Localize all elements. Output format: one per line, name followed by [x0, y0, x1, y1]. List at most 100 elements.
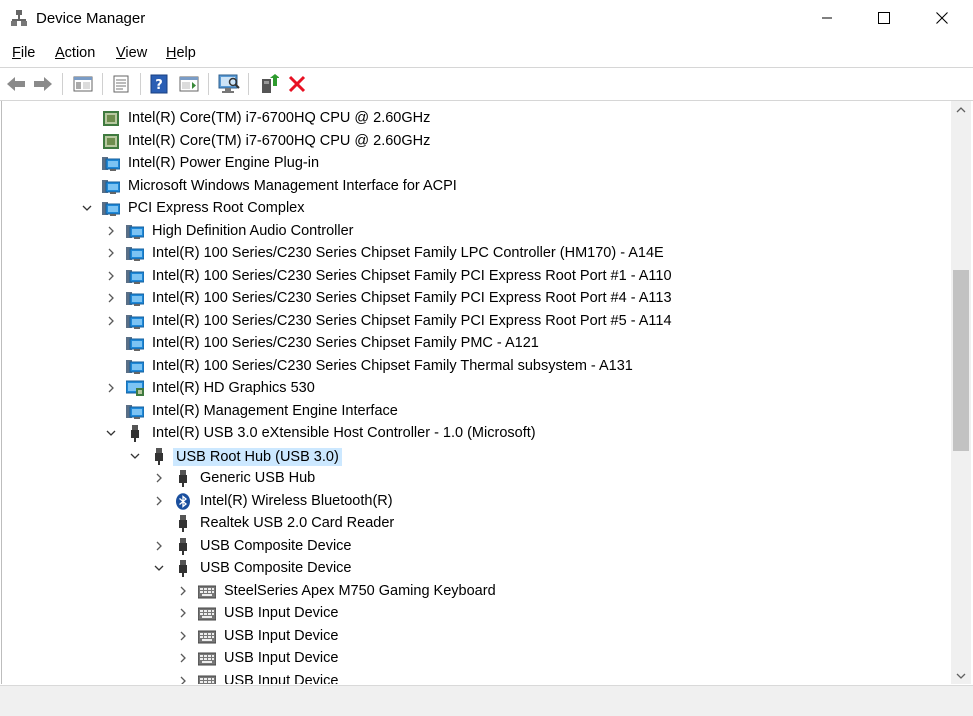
system-device-icon — [126, 290, 145, 307]
tree-item-label: Intel(R) 100 Series/C230 Series Chipset … — [152, 312, 672, 329]
chevron-right-icon — [156, 496, 162, 505]
tree-item[interactable]: Intel(R) 100 Series/C230 Series Chipset … — [2, 265, 952, 287]
tree-item[interactable]: Intel(R) Power Engine Plug-in — [2, 152, 952, 174]
tree-item[interactable]: Realtek USB 2.0 Card Reader — [2, 512, 952, 534]
scan-hardware-button[interactable] — [218, 74, 240, 94]
show-hide-console-tree-button[interactable] — [72, 74, 94, 94]
menu-file[interactable]: File — [12, 45, 35, 61]
tree-item-label: Intel(R) Wireless Bluetooth(R) — [200, 492, 393, 509]
chevron-down-icon — [154, 565, 164, 571]
uninstall-device-button[interactable] — [286, 74, 308, 94]
tree-item[interactable]: SteelSeries Apex M750 Gaming Keyboard — [2, 580, 952, 602]
collapse-toggle[interactable] — [152, 557, 166, 579]
update-driver-button[interactable] — [258, 74, 280, 94]
scan-hardware-icon — [218, 74, 240, 93]
help-button[interactable]: ? — [148, 74, 170, 94]
tree-item[interactable]: PCI Express Root Complex — [2, 197, 952, 219]
toolbar-separator — [102, 73, 103, 95]
forward-button[interactable] — [32, 74, 54, 94]
chevron-right-icon — [108, 271, 114, 280]
action-pane-icon — [179, 76, 199, 92]
back-button[interactable] — [5, 74, 27, 94]
toolbar: ? — [0, 67, 973, 101]
close-button[interactable] — [919, 0, 965, 36]
expand-toggle[interactable] — [152, 467, 166, 489]
expand-toggle[interactable] — [104, 242, 118, 264]
tree-item[interactable]: Intel(R) Management Engine Interface — [2, 400, 952, 422]
expand-toggle[interactable] — [176, 625, 190, 647]
device-tree[interactable]: Intel(R) Core(TM) i7-6700HQ CPU @ 2.60GH… — [1, 101, 952, 684]
collapse-toggle[interactable] — [104, 422, 118, 444]
vertical-scrollbar[interactable] — [951, 101, 971, 684]
expand-toggle[interactable] — [104, 287, 118, 309]
collapse-toggle[interactable] — [128, 445, 142, 467]
expand-toggle[interactable] — [152, 535, 166, 557]
menu-view[interactable]: View — [116, 45, 147, 61]
chevron-right-icon — [108, 226, 114, 235]
tree-item[interactable]: USB Root Hub (USB 3.0) — [2, 445, 952, 467]
chevron-right-icon — [108, 293, 114, 303]
expand-toggle[interactable] — [176, 647, 190, 669]
tree-item-label: High Definition Audio Controller — [152, 222, 354, 239]
tree-item[interactable]: Intel(R) Core(TM) i7-6700HQ CPU @ 2.60GH… — [2, 107, 952, 129]
maximize-icon — [878, 12, 890, 24]
scroll-down-button[interactable] — [951, 667, 971, 684]
expand-toggle[interactable] — [176, 602, 190, 624]
scroll-thumb[interactable] — [953, 270, 969, 451]
forward-arrow-icon — [34, 77, 52, 91]
tree-item[interactable]: Intel(R) 100 Series/C230 Series Chipset … — [2, 355, 952, 377]
tree-item[interactable]: USB Composite Device — [2, 535, 952, 557]
tree-item-label: USB Root Hub (USB 3.0) — [173, 447, 342, 466]
scroll-up-button[interactable] — [951, 101, 971, 118]
tree-item-label: Intel(R) Core(TM) i7-6700HQ CPU @ 2.60GH… — [128, 110, 431, 126]
tree-item[interactable]: USB Input Device — [2, 625, 952, 647]
close-icon — [936, 12, 948, 24]
tree-item[interactable]: USB Input Device — [2, 670, 952, 685]
uninstall-device-icon — [288, 75, 306, 93]
tree-item-label: Intel(R) 100 Series/C230 Series Chipset … — [152, 290, 672, 306]
keyboard-icon — [197, 650, 217, 667]
system-device-icon — [126, 335, 145, 352]
tree-item[interactable]: Intel(R) 100 Series/C230 Series Chipset … — [2, 287, 952, 309]
tree-item-label: USB Input Device — [224, 605, 339, 621]
chevron-right-icon — [180, 631, 186, 640]
expand-toggle[interactable] — [104, 377, 118, 399]
menu-action[interactable]: Action — [55, 45, 95, 61]
tree-item-label: USB Input Device — [224, 672, 339, 685]
tree-item[interactable]: USB Input Device — [2, 647, 952, 669]
tree-item[interactable]: Intel(R) USB 3.0 eXtensible Host Control… — [2, 422, 952, 444]
tree-item-label: Intel(R) HD Graphics 530 — [152, 380, 315, 396]
menu-help[interactable]: Help — [166, 45, 196, 61]
usb-plug-icon — [174, 537, 192, 555]
properties-button[interactable] — [110, 74, 132, 94]
usb-plug-icon — [150, 447, 168, 465]
tree-item[interactable]: Intel(R) 100 Series/C230 Series Chipset … — [2, 332, 952, 354]
expand-toggle[interactable] — [176, 580, 190, 602]
tree-item[interactable]: Intel(R) Core(TM) i7-6700HQ CPU @ 2.60GH… — [2, 130, 952, 152]
system-device-icon — [126, 268, 145, 285]
minimize-button[interactable] — [804, 0, 850, 36]
usb-plug-icon — [174, 515, 192, 532]
tree-item[interactable]: USB Composite Device — [2, 557, 952, 579]
action-pane-button[interactable] — [178, 74, 200, 94]
tree-item[interactable]: Intel(R) HD Graphics 530 — [2, 377, 952, 399]
tree-item[interactable]: Generic USB Hub — [2, 467, 952, 489]
tree-item[interactable]: USB Input Device — [2, 602, 952, 624]
collapse-toggle[interactable] — [80, 197, 94, 219]
expand-toggle[interactable] — [104, 310, 118, 332]
tree-item[interactable]: Intel(R) 100 Series/C230 Series Chipset … — [2, 242, 952, 264]
properties-icon — [113, 75, 129, 93]
tree-item[interactable]: Intel(R) Wireless Bluetooth(R) — [2, 490, 952, 512]
tree-item[interactable]: High Definition Audio Controller — [2, 220, 952, 242]
expand-toggle[interactable] — [104, 220, 118, 242]
expand-toggle[interactable] — [152, 490, 166, 512]
chevron-right-icon — [156, 541, 162, 550]
tree-item[interactable]: Intel(R) 100 Series/C230 Series Chipset … — [2, 310, 952, 332]
maximize-button[interactable] — [861, 0, 907, 36]
tree-item-label: SteelSeries Apex M750 Gaming Keyboard — [224, 582, 496, 599]
tree-item[interactable]: Microsoft Windows Management Interface f… — [2, 175, 952, 197]
expand-toggle[interactable] — [176, 670, 190, 684]
expand-toggle[interactable] — [104, 265, 118, 287]
tree-item-label: Intel(R) Power Engine Plug-in — [128, 155, 320, 171]
chevron-right-icon — [180, 586, 186, 595]
